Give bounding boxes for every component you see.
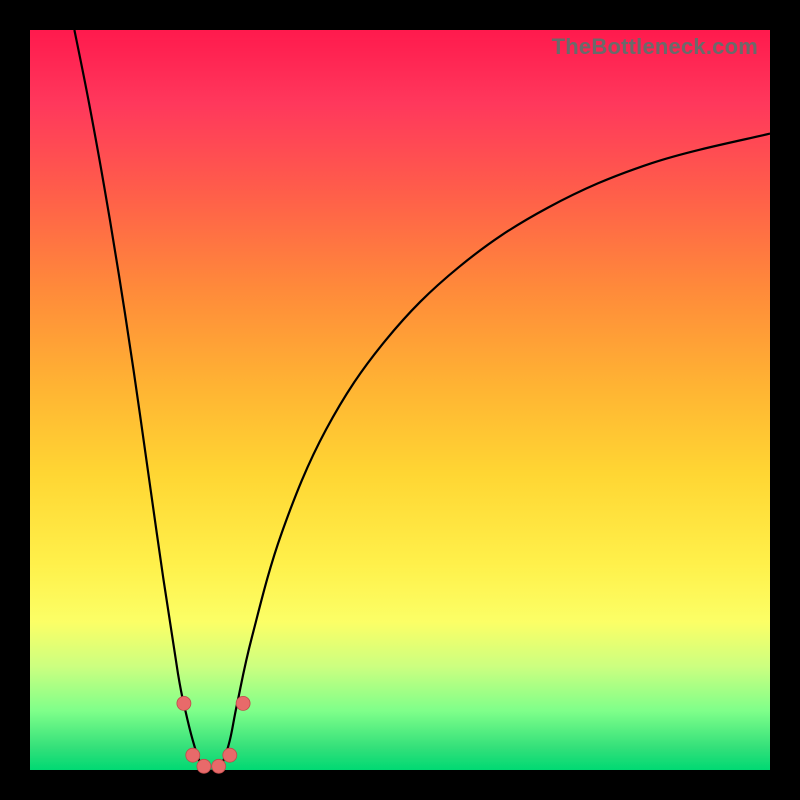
- chart-frame: TheBottleneck.com: [0, 0, 800, 800]
- curve-marker: [223, 748, 237, 762]
- curve-marker: [212, 759, 226, 773]
- curve-layer: [30, 30, 770, 770]
- curve-marker: [186, 748, 200, 762]
- marker-group: [177, 696, 250, 773]
- curve-marker: [197, 759, 211, 773]
- curve-marker: [177, 696, 191, 710]
- curve-marker: [236, 696, 250, 710]
- bottleneck-curve: [74, 30, 770, 771]
- plot-area: TheBottleneck.com: [30, 30, 770, 770]
